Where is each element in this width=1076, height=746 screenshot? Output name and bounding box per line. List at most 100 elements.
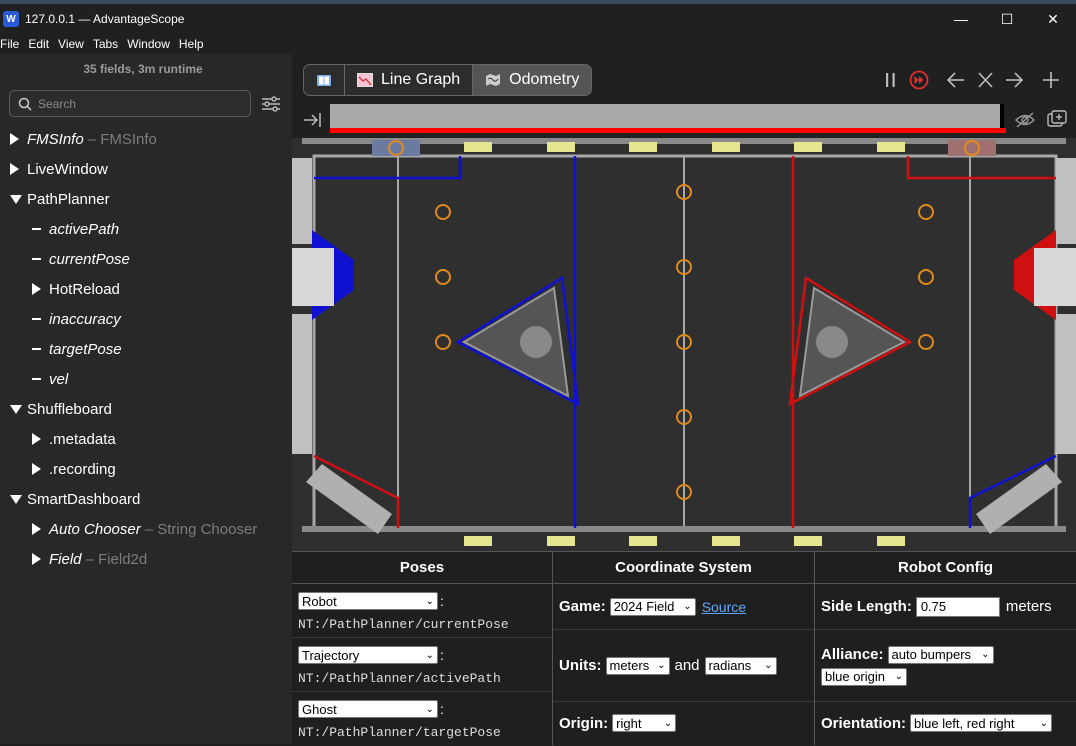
tree-item[interactable]: PathPlanner: [0, 184, 292, 214]
origin-label: Origin:: [559, 714, 609, 732]
tree-item[interactable]: SmartDashboard: [0, 484, 292, 514]
tree-item[interactable]: HotReload: [0, 274, 292, 304]
collapse-arrow-icon[interactable]: [10, 494, 22, 504]
tree-item[interactable]: Shuffleboard: [0, 394, 292, 424]
live-icon[interactable]: [908, 68, 930, 92]
tree-item[interactable]: FMSInfo – FMSInfo: [0, 124, 292, 154]
pose-field-path: NT:/PathPlanner/activePath: [298, 670, 501, 686]
tab-left-icon[interactable]: [946, 68, 966, 92]
pose-type-select[interactable]: Robot ⌄: [298, 592, 438, 610]
collapse-arrow-icon[interactable]: [10, 194, 22, 204]
tab-right-icon[interactable]: [1004, 68, 1024, 92]
tab-line-graph[interactable]: Line Graph: [345, 65, 474, 95]
maximize-button[interactable]: ☐: [984, 4, 1030, 34]
tree-item-label: inaccuracy: [49, 310, 121, 328]
tree-item[interactable]: LiveWindow: [0, 154, 292, 184]
expand-arrow-icon[interactable]: [32, 433, 41, 445]
units-label: Units:: [559, 657, 602, 674]
odometry-field[interactable]: [292, 138, 1076, 551]
pose-row: Trajectory ⌄: NT:/PathPlanner/activePath: [292, 638, 552, 692]
poses-panel: Poses Robot ⌄: NT:/PathPlanner/currentPos…: [292, 552, 553, 745]
alliance-label: Alliance:: [821, 646, 884, 663]
filter-settings-icon[interactable]: [261, 96, 281, 112]
tree-item[interactable]: activePath: [0, 214, 292, 244]
alliance-row: Alliance: auto bumpers ⌄ blue origin ⌄: [815, 630, 1076, 702]
close-button[interactable]: ✕: [1030, 4, 1076, 34]
leaf-dash-icon: [32, 258, 41, 260]
tree-item-label: Auto Chooser: [49, 520, 141, 538]
orientation-select[interactable]: blue left, red right ⌄: [910, 714, 1052, 732]
main-panel: Line Graph Odometry Poses Robot ⌄: NT:/…: [292, 54, 1076, 745]
popup-window-icon[interactable]: [1046, 108, 1068, 132]
tree-item-label: .recording: [49, 460, 116, 478]
expand-arrow-icon[interactable]: [32, 283, 41, 295]
tree-item[interactable]: vel: [0, 364, 292, 394]
alliance-origin-select[interactable]: blue origin ⌄: [821, 667, 907, 686]
tab-label: Line Graph: [381, 71, 461, 88]
minimize-button[interactable]: —: [938, 4, 984, 34]
pose-field-path: NT:/PathPlanner/currentPose: [298, 616, 509, 632]
search-icon: [18, 97, 32, 111]
pose-type-select[interactable]: Trajectory ⌄: [298, 646, 438, 664]
search-input[interactable]: Search: [9, 90, 251, 117]
angle-units-select[interactable]: radians ⌄: [704, 656, 777, 675]
tab-odometry[interactable]: Odometry: [473, 65, 592, 95]
tree-item-label: targetPose: [49, 340, 122, 358]
close-tab-icon[interactable]: [976, 68, 994, 92]
eye-hidden-icon[interactable]: [1014, 108, 1036, 132]
expand-arrow-icon[interactable]: [32, 463, 41, 475]
side-length-label: Side Length:: [821, 598, 912, 615]
expand-arrow-icon[interactable]: [32, 523, 41, 535]
tree-item[interactable]: Field – Field2d: [0, 544, 292, 574]
field-tree: FMSInfo – FMSInfo LiveWindow PathPlanner act…: [0, 124, 292, 574]
expand-arrow-icon[interactable]: [10, 163, 19, 175]
pose-field-path: NT:/PathPlanner/targetPose: [298, 724, 501, 740]
timeline-cursor[interactable]: [1000, 104, 1004, 128]
pose-row: Ghost ⌄: NT:/PathPlanner/targetPose: [292, 692, 552, 746]
tree-item-label: activePath: [49, 220, 120, 238]
tree-item[interactable]: Auto Chooser – String Chooser: [0, 514, 292, 544]
pause-icon[interactable]: [884, 68, 898, 92]
pose-type-select[interactable]: Ghost ⌄: [298, 700, 438, 718]
collapse-arrow-icon[interactable]: [10, 404, 22, 414]
robot-config-header: Robot Config: [815, 552, 1076, 584]
tab-label: Odometry: [509, 71, 580, 88]
side-length-row: Side Length: 0.75 meters: [815, 584, 1076, 630]
tree-item-label: .metadata: [49, 430, 116, 448]
menu-file[interactable]: File: [0, 37, 24, 51]
sidebar: 35 fields, 3m runtime Search FMSInfo – FM…: [0, 54, 292, 744]
timeline-expand-icon[interactable]: [302, 108, 322, 132]
field-2024-diagram: [292, 138, 1076, 551]
menu-edit[interactable]: Edit: [28, 37, 54, 51]
title-bar: W 127.0.0.1 — AdvantageScope — ☐ ✕: [0, 4, 1076, 34]
tab-documentation[interactable]: [304, 65, 345, 95]
alliance-select[interactable]: auto bumpers ⌄: [887, 645, 994, 664]
source-link[interactable]: Source: [702, 599, 746, 615]
expand-arrow-icon[interactable]: [10, 133, 19, 145]
menu-help[interactable]: Help: [179, 37, 209, 51]
game-select[interactable]: 2024 Field ⌄: [609, 597, 696, 616]
expand-arrow-icon[interactable]: [32, 553, 41, 565]
tree-item[interactable]: targetPose: [0, 334, 292, 364]
leaf-dash-icon: [32, 378, 41, 380]
tree-item-label: vel: [49, 370, 69, 388]
tree-item-label: LiveWindow: [27, 160, 108, 178]
length-units-select[interactable]: meters ⌄: [605, 656, 670, 675]
tree-item[interactable]: currentPose: [0, 244, 292, 274]
menu-tabs[interactable]: Tabs: [93, 37, 123, 51]
menu-view[interactable]: View: [58, 37, 89, 51]
menu-window[interactable]: Window: [127, 37, 175, 51]
side-length-input[interactable]: 0.75: [915, 596, 1000, 617]
tree-item[interactable]: inaccuracy: [0, 304, 292, 334]
tree-item[interactable]: .metadata: [0, 424, 292, 454]
tab-bar: Line Graph Odometry: [303, 64, 593, 96]
leaf-dash-icon: [32, 318, 41, 320]
tree-item-type: – FMSInfo: [87, 130, 157, 148]
origin-select[interactable]: right ⌄: [612, 714, 677, 732]
game-row: Game: 2024 Field ⌄ Source: [553, 584, 814, 630]
poses-header: Poses: [292, 552, 552, 584]
search-placeholder: Search: [38, 96, 77, 111]
add-tab-icon[interactable]: [1042, 68, 1060, 92]
coordinate-system-header: Coordinate System: [553, 552, 814, 584]
tree-item[interactable]: .recording: [0, 454, 292, 484]
